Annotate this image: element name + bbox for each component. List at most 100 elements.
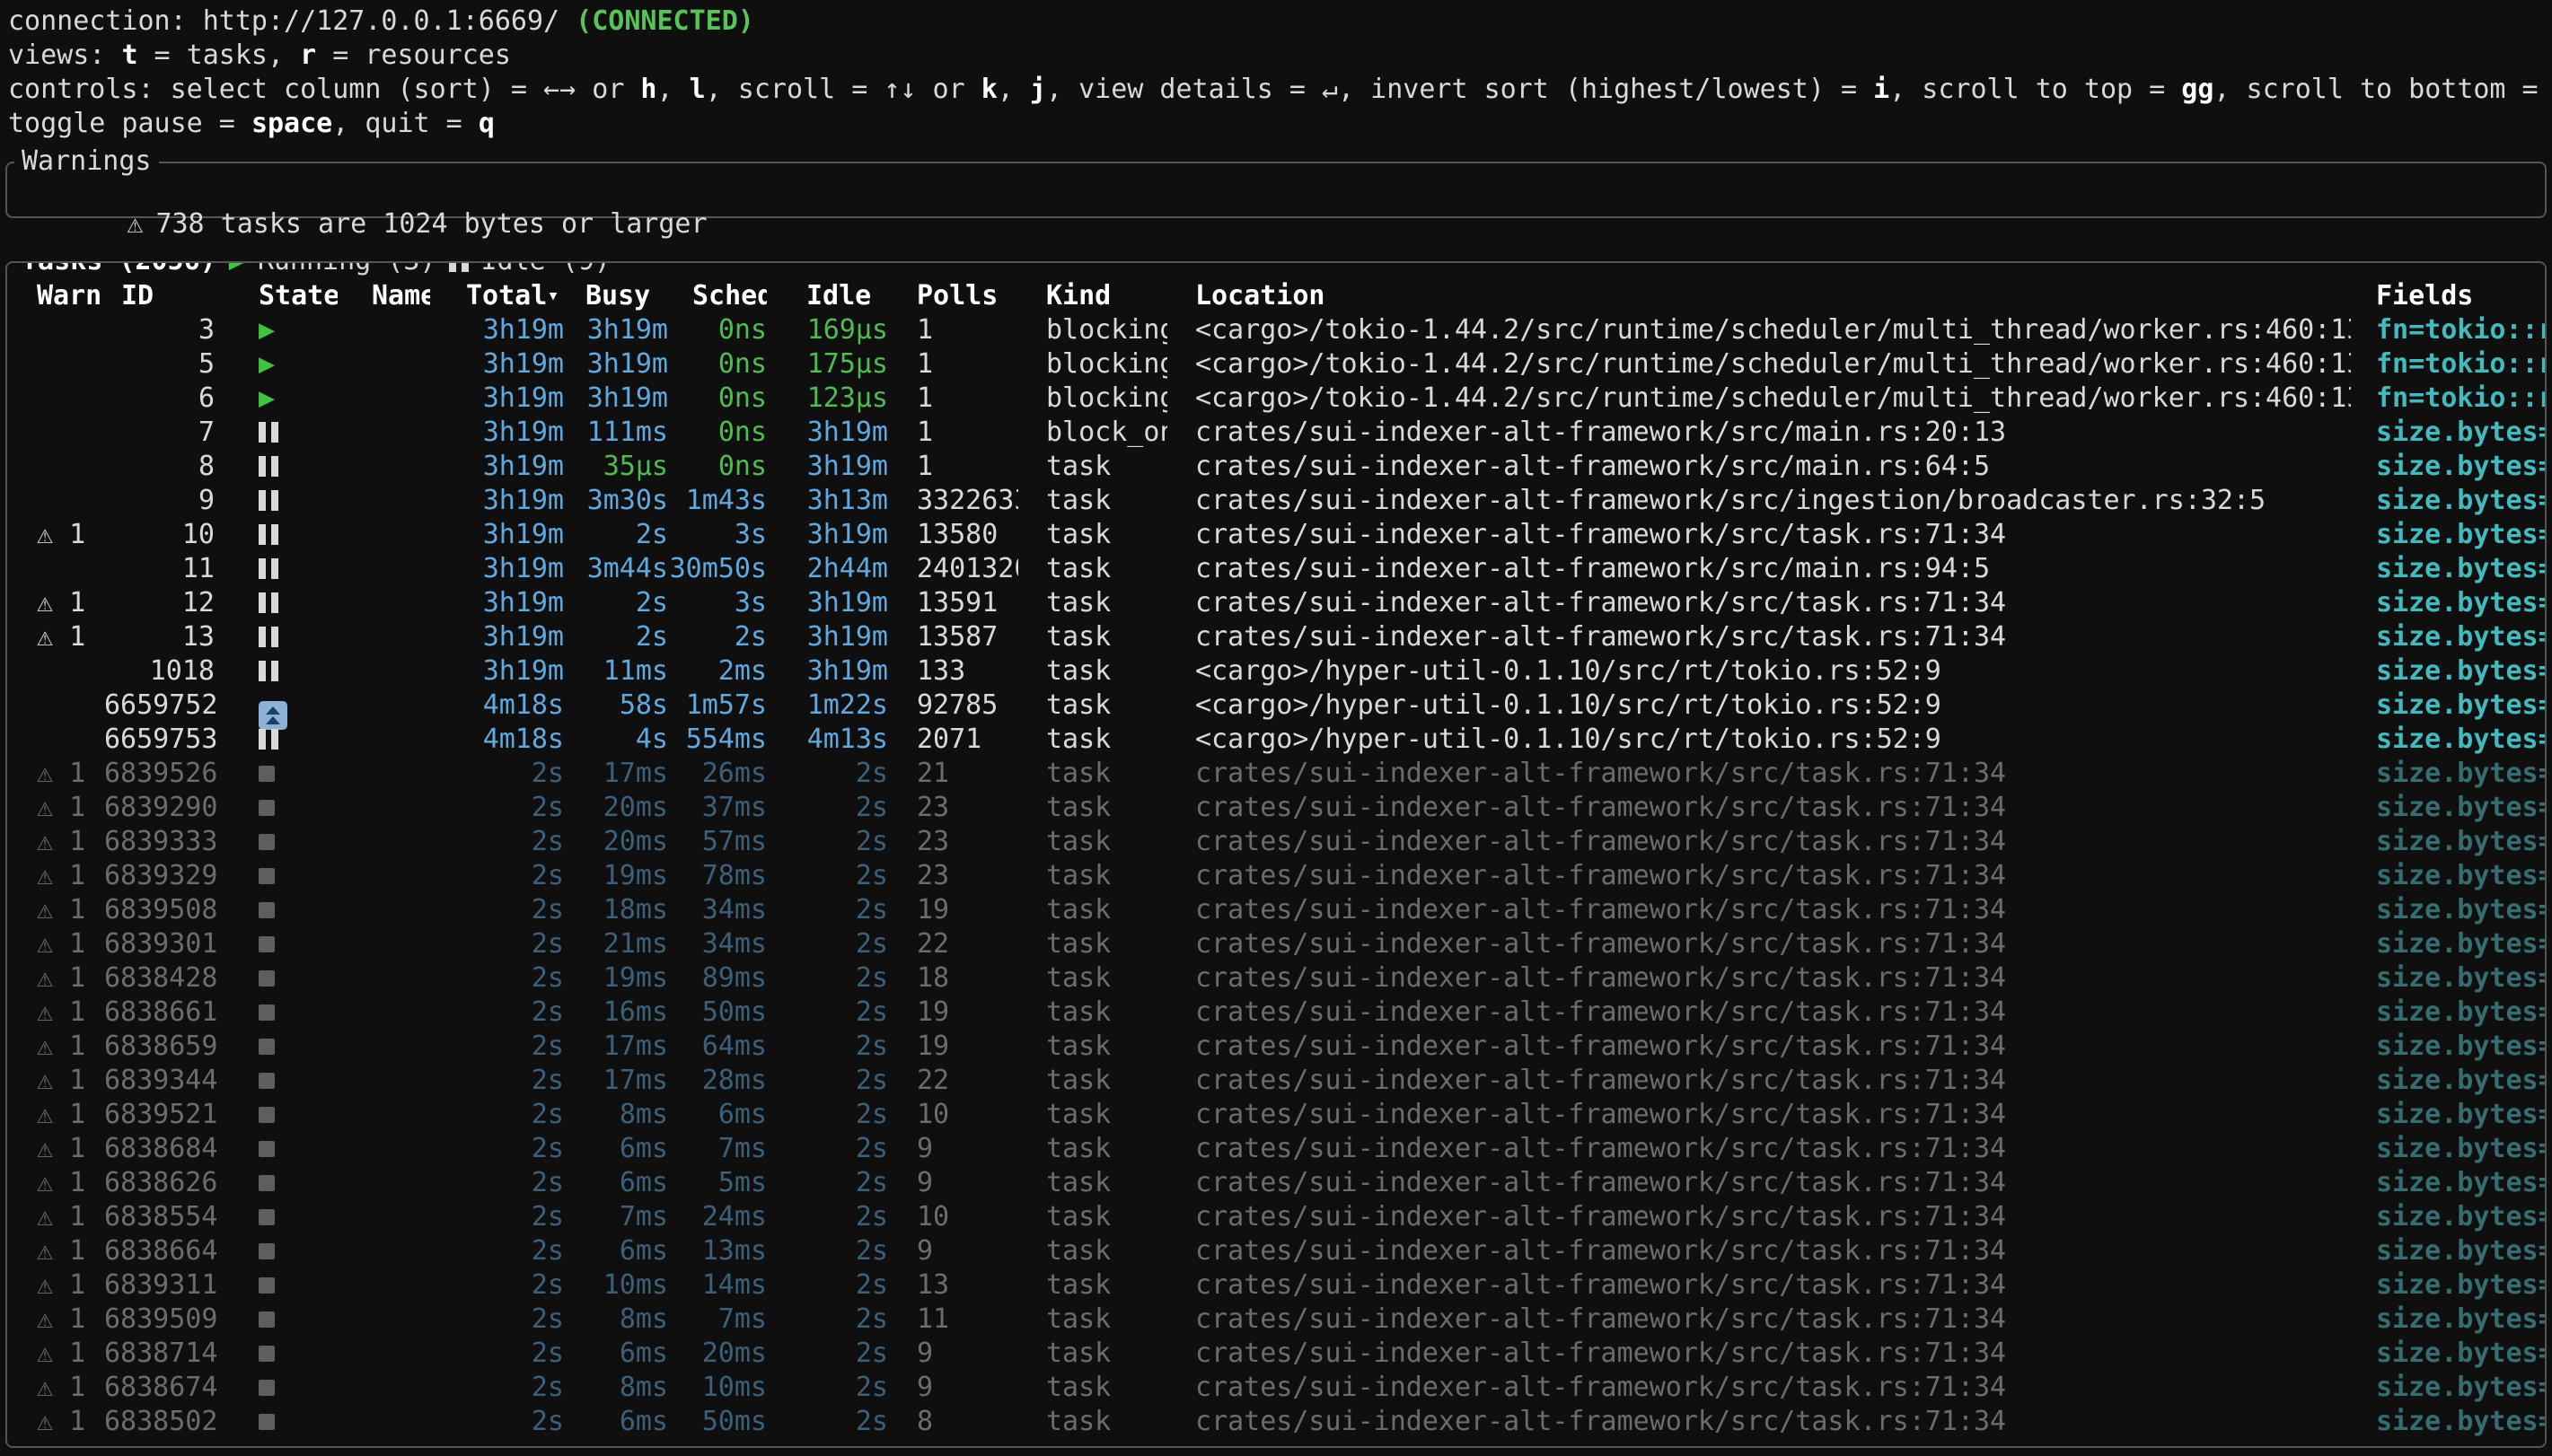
column-header-name[interactable]: Name bbox=[338, 279, 430, 313]
state-cell bbox=[221, 1098, 338, 1132]
task-row[interactable]: ⚠ 168385542s7ms24ms2s10taskcrates/sui-in… bbox=[7, 1200, 2545, 1234]
location-cell: crates/sui-indexer-alt-framework/src/tas… bbox=[1167, 1132, 2351, 1166]
sched-cell: 28ms bbox=[668, 1064, 767, 1098]
task-row[interactable]: ⚠ 168393292s19ms78ms2s23taskcrates/sui-i… bbox=[7, 859, 2545, 893]
task-row[interactable]: ⚠ 168392902s20ms37ms2s23taskcrates/sui-i… bbox=[7, 791, 2545, 825]
task-row[interactable]: 6▶3h19m3h19m0ns123µs1blocking<cargo>/tok… bbox=[7, 382, 2545, 416]
task-row[interactable]: 10183h19m11ms2ms3h19m133task<cargo>/hype… bbox=[7, 654, 2545, 689]
duration-value: 2s bbox=[856, 1303, 888, 1335]
task-row[interactable]: ⚠ 168386742s8ms10ms2s9taskcrates/sui-ind… bbox=[7, 1371, 2545, 1405]
idle-cell: 3h19m bbox=[767, 654, 888, 689]
fields-cell: size.bytes= bbox=[2351, 1268, 2545, 1303]
id-cell: 6839329 bbox=[104, 859, 221, 893]
column-header-total[interactable]: Total▾ bbox=[430, 279, 569, 313]
duration-value: 2s bbox=[856, 792, 888, 823]
duration-value: 554ms bbox=[686, 724, 767, 755]
kind-cell: task bbox=[1018, 1030, 1167, 1064]
task-row[interactable]: ⚠ 168395082s18ms34ms2s19taskcrates/sui-i… bbox=[7, 893, 2545, 927]
task-row[interactable]: 73h19m111ms0ns3h19m1block_oncrates/sui-i… bbox=[7, 416, 2545, 450]
duration-value: 64ms bbox=[702, 1031, 767, 1062]
column-header-idle[interactable]: Idle bbox=[767, 279, 888, 313]
duration-value: 2s bbox=[735, 621, 767, 653]
column-header-state[interactable]: State bbox=[221, 279, 338, 313]
duration-value: 3h19m bbox=[807, 621, 888, 653]
task-row[interactable]: 5▶3h19m3h19m0ns175µs1blocking<cargo>/tok… bbox=[7, 347, 2545, 382]
idle-cell: 3h19m bbox=[767, 586, 888, 620]
location-cell: <cargo>/hyper-util-0.1.10/src/rt/tokio.r… bbox=[1167, 654, 2351, 689]
fields-cell: size.bytes= bbox=[2351, 961, 2545, 996]
warn-cell: ⚠ 1 bbox=[29, 1098, 104, 1132]
task-row[interactable]: ⚠ 168395092s8ms7ms2s11taskcrates/sui-ind… bbox=[7, 1303, 2545, 1337]
task-row[interactable]: ⚠ 1123h19m2s3s3h19m13591taskcrates/sui-i… bbox=[7, 586, 2545, 620]
task-row[interactable]: ⚠ 168387142s6ms20ms2s9taskcrates/sui-ind… bbox=[7, 1337, 2545, 1371]
duration-value: 2s bbox=[856, 1338, 888, 1369]
polls-cell: 1 bbox=[888, 382, 1018, 416]
task-row[interactable]: ⚠ 168384282s19ms89ms2s18taskcrates/sui-i… bbox=[7, 961, 2545, 996]
sched-cell: 20ms bbox=[668, 1337, 767, 1371]
duration-value: 3h19m bbox=[807, 655, 888, 687]
column-header-id[interactable]: ID bbox=[104, 279, 221, 313]
id-cell: 13 bbox=[104, 620, 221, 654]
task-row[interactable]: ⚠ 168386262s6ms5ms2s9taskcrates/sui-inde… bbox=[7, 1166, 2545, 1200]
duration-value: 2s bbox=[856, 1031, 888, 1062]
busy-cell: 3h19m bbox=[569, 382, 668, 416]
task-row[interactable]: ⚠ 168393012s21ms34ms2s22taskcrates/sui-i… bbox=[7, 927, 2545, 961]
duration-value: 0ns bbox=[718, 348, 767, 380]
duration-value: 34ms bbox=[702, 894, 767, 925]
warning-icon: ⚠ bbox=[37, 1303, 53, 1335]
task-row[interactable]: ⚠ 168386842s6ms7ms2s9taskcrates/sui-inde… bbox=[7, 1132, 2545, 1166]
duration-value: 2h44m bbox=[807, 553, 888, 584]
duration-value: 111ms bbox=[587, 417, 668, 448]
location-cell: crates/sui-indexer-alt-framework/src/tas… bbox=[1167, 927, 2351, 961]
duration-value: 6ms bbox=[718, 1099, 767, 1130]
fields-cell: size.bytes= bbox=[2351, 689, 2545, 723]
task-row[interactable]: ⚠ 168386612s16ms50ms2s19taskcrates/sui-i… bbox=[7, 996, 2545, 1030]
id-cell: 6838714 bbox=[104, 1337, 221, 1371]
column-header-kind[interactable]: Kind bbox=[1018, 279, 1167, 313]
idle-cell: 1m22s bbox=[767, 689, 888, 723]
column-header-sched[interactable]: Sched bbox=[668, 279, 767, 313]
idle-cell: 3h19m bbox=[767, 450, 888, 484]
idle-cell: 2s bbox=[767, 1030, 888, 1064]
total-cell: 2s bbox=[430, 1337, 569, 1371]
task-row[interactable]: 83h19m35µs0ns3h19m1taskcrates/sui-indexe… bbox=[7, 450, 2545, 484]
task-row[interactable]: ⚠ 168393332s20ms57ms2s23taskcrates/sui-i… bbox=[7, 825, 2545, 859]
task-row[interactable]: 93h19m3m30s1m43s3h13m3322633taskcrates/s… bbox=[7, 484, 2545, 518]
task-row[interactable]: ⚠ 168395212s8ms6ms2s10taskcrates/sui-ind… bbox=[7, 1098, 2545, 1132]
task-row[interactable]: 3▶3h19m3h19m0ns169µs1blocking<cargo>/tok… bbox=[7, 313, 2545, 347]
task-row[interactable]: ⚠ 1133h19m2s2s3h19m13587taskcrates/sui-i… bbox=[7, 620, 2545, 654]
task-row[interactable]: ⚠ 168393442s17ms28ms2s22taskcrates/sui-i… bbox=[7, 1064, 2545, 1098]
task-row[interactable]: 66597524m18s58s1m57s1m22s92785task<cargo… bbox=[7, 689, 2545, 723]
task-row[interactable]: 66597534m18s4s554ms4m13s2071task<cargo>/… bbox=[7, 723, 2545, 757]
duration-value: 10ms bbox=[702, 1372, 767, 1403]
polls-cell: 1 bbox=[888, 450, 1018, 484]
warning-icon: ⚠ bbox=[37, 1201, 53, 1232]
task-row[interactable]: ⚠ 168386592s17ms64ms2s19taskcrates/sui-i… bbox=[7, 1030, 2545, 1064]
duration-value: 6ms bbox=[620, 1167, 668, 1198]
column-header-fields[interactable]: Fields bbox=[2351, 279, 2545, 313]
task-row[interactable]: ⚠ 168395262s17ms26ms2s21taskcrates/sui-i… bbox=[7, 757, 2545, 791]
task-row[interactable]: ⚠ 1103h19m2s3s3h19m13580taskcrates/sui-i… bbox=[7, 518, 2545, 552]
kind-cell: task bbox=[1018, 518, 1167, 552]
column-header-location[interactable]: Location bbox=[1167, 279, 2351, 313]
task-row[interactable]: ⚠ 168386642s6ms13ms2s9taskcrates/sui-ind… bbox=[7, 1234, 2545, 1268]
total-cell: 3h19m bbox=[430, 416, 569, 450]
column-header-busy[interactable]: Busy bbox=[569, 279, 668, 313]
task-row[interactable]: ⚠ 168385022s6ms50ms2s8taskcrates/sui-ind… bbox=[7, 1405, 2545, 1439]
duration-value: 20ms bbox=[603, 826, 668, 857]
id-cell: 12 bbox=[104, 586, 221, 620]
task-row[interactable]: ⚠ 168393112s10ms14ms2s13taskcrates/sui-i… bbox=[7, 1268, 2545, 1303]
duration-value: 2s bbox=[856, 1167, 888, 1198]
id-cell: 6839290 bbox=[104, 791, 221, 825]
duration-value: 2s bbox=[856, 1372, 888, 1403]
idle-cell: 2s bbox=[767, 1132, 888, 1166]
duration-value: 2s bbox=[532, 792, 564, 823]
task-row[interactable]: 113h19m3m44s30m50s2h44m2401320taskcrates… bbox=[7, 552, 2545, 586]
warning-icon: ⚠ bbox=[37, 792, 53, 823]
state-cell bbox=[221, 927, 338, 961]
column-header-polls[interactable]: Polls bbox=[888, 279, 1018, 313]
busy-cell: 6ms bbox=[569, 1405, 668, 1439]
fields-cell: size.bytes= bbox=[2351, 450, 2545, 484]
column-header-warn[interactable]: Warn bbox=[29, 279, 104, 313]
polls-cell: 2071 bbox=[888, 723, 1018, 757]
